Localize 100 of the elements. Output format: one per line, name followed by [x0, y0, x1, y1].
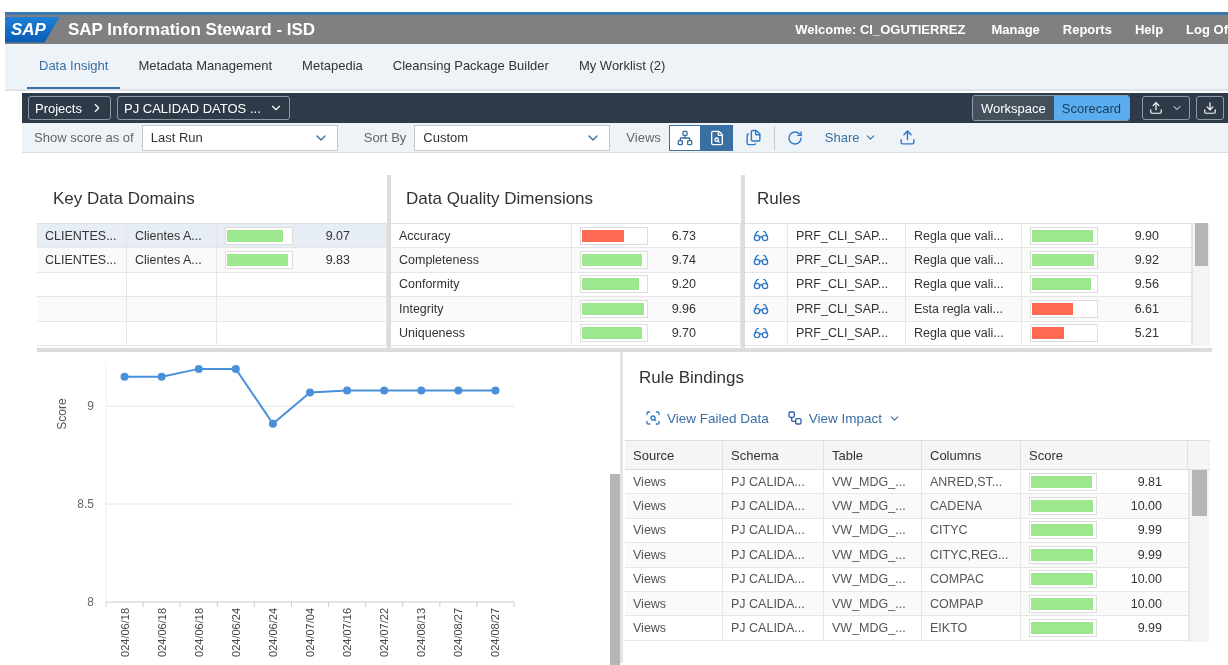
table-cell: PRF_CLI_SAP... [788, 224, 906, 248]
table-cell: Regla que vali... [906, 272, 1022, 297]
column-header[interactable]: Schema [723, 441, 824, 469]
table-cell: PJ CALIDA... [723, 591, 824, 616]
nav-tab[interactable]: My Worklist (2) [566, 44, 678, 89]
panel-title: Data Quality Dimensions [405, 188, 595, 210]
score-value: 9.90 [1134, 228, 1159, 243]
table-cell: Views [625, 543, 723, 567]
view-toggle[interactable] [668, 124, 701, 151]
table-cell: Accuracy [391, 224, 572, 248]
score-value: 9.99 [1137, 621, 1162, 636]
export-button[interactable] [1142, 96, 1190, 120]
score-value: 6.73 [671, 228, 696, 243]
data-point [120, 372, 129, 381]
axis-label: 8 [87, 595, 94, 609]
table-cell: VW_MDG_... [824, 616, 922, 640]
project-dropdown[interactable]: PJ CALIDAD DATOS ... [116, 96, 290, 120]
axis-label: 024/06/18 [155, 608, 168, 657]
data-point [417, 386, 426, 395]
table-cell: VW_MDG_... [824, 543, 922, 567]
table-cell: EIKTO [922, 616, 1021, 640]
column-header[interactable]: Table [824, 441, 922, 469]
welcome-text: Welcome: CI_OGUTIERREZ [795, 22, 966, 37]
data-point [231, 364, 240, 373]
scrollbar-thumb[interactable] [1195, 223, 1208, 266]
table-cell: PJ CALIDA... [723, 616, 824, 640]
score-value: 9.99 [1137, 523, 1162, 538]
score-value: 6.61 [1134, 301, 1159, 316]
table-cell: VW_MDG_... [824, 470, 922, 494]
table-cell: Clientes A... [127, 224, 217, 248]
network-icon [676, 129, 693, 146]
scrollbar-thumb[interactable] [1192, 470, 1207, 516]
score-value: 10.00 [1130, 499, 1162, 514]
axis-label: 024/08/13 [415, 608, 428, 657]
column-header[interactable]: Score [1021, 441, 1188, 469]
breadcrumb-button[interactable]: Projects [28, 96, 111, 120]
score-value: 9.70 [671, 326, 696, 341]
table-cell: Views [625, 616, 723, 640]
field-label: Views [626, 130, 661, 145]
table-cell: Regla que vali... [906, 321, 1022, 345]
download-button[interactable] [1196, 96, 1224, 120]
data-point [306, 388, 314, 397]
table-cell: PJ CALIDA... [723, 518, 824, 543]
axis-label: 024/08/27 [489, 608, 502, 657]
table-row[interactable]: CLIENTES... Clientes A... 9.07 [37, 224, 387, 249]
table-cell: Views [625, 567, 723, 591]
score-value: 9.74 [671, 253, 696, 268]
header-link[interactable]: Log Of [1186, 22, 1228, 37]
axis-title: Score [55, 398, 69, 430]
header-link[interactable]: Reports [1062, 22, 1112, 37]
table-cell: PJ CALIDA... [723, 567, 824, 591]
search-document-icon [708, 129, 725, 146]
logo: SAP [5, 16, 60, 43]
action-link[interactable]: View Impact [786, 410, 902, 426]
table-cell: PRF_CLI_SAP... [788, 297, 906, 321]
table-cell: CITYC,REG... [922, 543, 1021, 567]
table-cell: PJ CALIDA... [723, 494, 824, 518]
mode-toggle[interactable]: Scorecard [1053, 96, 1129, 120]
field-label: Show score as of [34, 130, 134, 145]
axis-label: 024/06/24 [229, 608, 242, 657]
hierarchy-icon [786, 410, 803, 426]
sort-dropdown[interactable]: Custom [414, 124, 611, 151]
score-value: 9.99 [1137, 547, 1162, 562]
view-toggle[interactable] [700, 124, 733, 151]
table-cell: Regla que vali... [906, 248, 1022, 272]
data-point [343, 386, 352, 395]
field-label: Sort By [363, 130, 407, 145]
share-button[interactable]: Share [814, 130, 887, 145]
column-header[interactable]: Columns [922, 441, 1021, 469]
table-cell: Uniqueness [391, 321, 572, 345]
score-dropdown[interactable]: Last Run [141, 124, 338, 151]
axis-label: 9 [87, 399, 94, 414]
table-cell: PRF_CLI_SAP... [788, 321, 906, 345]
table-cell: CLIENTES... [37, 248, 127, 272]
score-value: 9.20 [671, 277, 696, 292]
action-link[interactable]: View Failed Data [645, 410, 769, 426]
nav-tab[interactable]: Metadata Management [126, 44, 285, 89]
table-cell: Views [625, 591, 723, 616]
panel-title: Rules [756, 188, 802, 210]
header-link[interactable]: Manage [991, 22, 1040, 37]
mode-toggle[interactable]: Workspace [972, 96, 1054, 120]
table-cell: PRF_CLI_SAP... [788, 248, 906, 272]
table-cell: Conformity [391, 272, 572, 297]
column-header[interactable]: Source [625, 441, 723, 469]
header-link[interactable]: Help [1134, 22, 1164, 37]
scrollbar-thumb[interactable] [610, 474, 620, 665]
table-row[interactable]: CLIENTES... Clientes A... 9.83 [37, 248, 387, 273]
data-point [268, 419, 277, 428]
panel-title: Rule Bindings [638, 367, 745, 389]
table-cell: PJ CALIDA... [723, 543, 824, 567]
table-cell: VW_MDG_... [824, 518, 922, 543]
data-point [454, 386, 463, 395]
nav-tab[interactable]: Data Insight [27, 44, 121, 89]
panel-title: Key Data Domains [52, 188, 196, 210]
nav-tab[interactable]: Cleansing Package Builder [380, 44, 561, 89]
app-title: SAP Information Steward - ISD [67, 19, 317, 40]
nav-tab[interactable]: Metapedia [290, 44, 375, 89]
table-cell: ANRED,ST... [922, 470, 1021, 494]
score-value: 10.00 [1130, 596, 1162, 611]
documents-icon [744, 129, 762, 146]
